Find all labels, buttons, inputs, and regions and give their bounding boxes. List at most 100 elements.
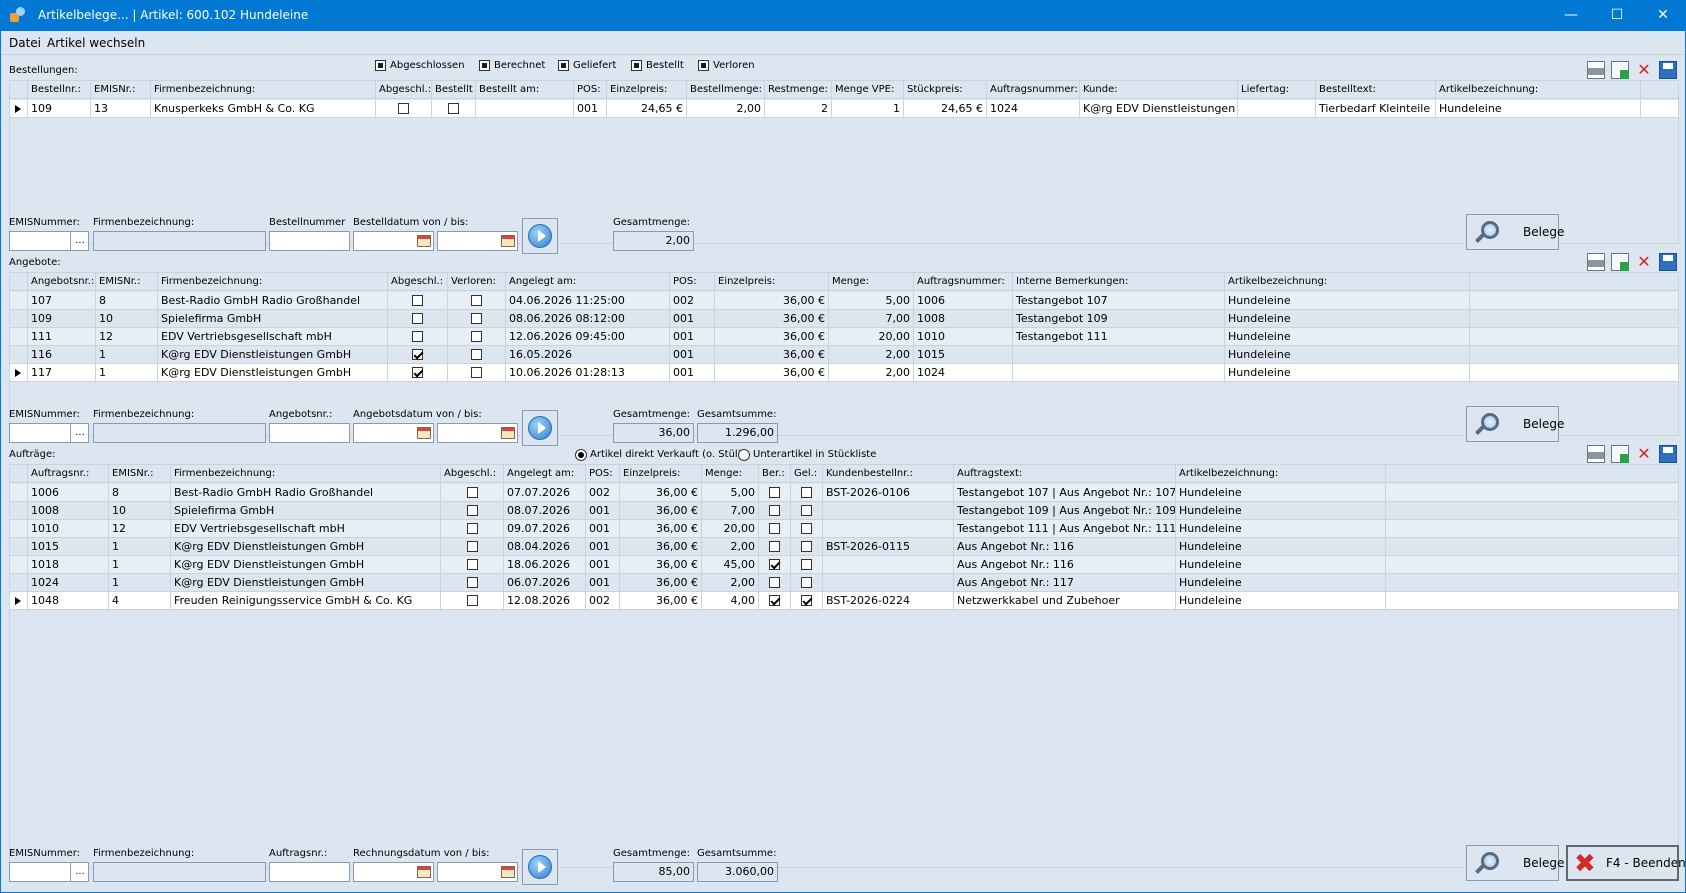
- column-header[interactable]: Auftragstext:: [954, 465, 1176, 483]
- column-header[interactable]: Firmenbezeichnung:: [171, 465, 441, 483]
- minimize-button[interactable]: —: [1548, 0, 1594, 31]
- row-header[interactable]: [10, 574, 28, 592]
- calendar-icon[interactable]: [501, 866, 515, 878]
- radio-direkt-verkauft[interactable]: [575, 449, 587, 461]
- column-header[interactable]: Bestelltext:: [1316, 81, 1436, 99]
- column-header[interactable]: Gel.:: [791, 465, 823, 483]
- menu-datei[interactable]: Datei: [9, 36, 41, 50]
- datum-von-input[interactable]: [353, 231, 434, 251]
- checkbox-abgeschl[interactable]: [467, 505, 478, 516]
- column-header[interactable]: Stückpreis:: [904, 81, 987, 99]
- apply-filter-button[interactable]: [522, 410, 558, 446]
- datum-bis-input[interactable]: [437, 862, 518, 882]
- checkbox-ber[interactable]: [769, 577, 780, 588]
- table-row[interactable]: 1010 12 EDV Vertriebsgesellschaft mbH 09.07…: [10, 520, 1678, 538]
- checkbox-verloren[interactable]: [471, 313, 482, 324]
- column-header[interactable]: Angelegt am:: [506, 273, 670, 291]
- filter-checkbox-2[interactable]: [558, 60, 569, 71]
- column-header[interactable]: Liefertag:: [1238, 81, 1316, 99]
- column-header[interactable]: Artikelbezeichnung:: [1436, 81, 1641, 99]
- checkbox-ber[interactable]: [769, 487, 780, 498]
- datum-von-input[interactable]: [353, 423, 434, 443]
- apply-filter-button[interactable]: [522, 218, 558, 254]
- column-header[interactable]: Artikelbezeichnung:: [1176, 465, 1386, 483]
- checkbox-ber[interactable]: [769, 541, 780, 552]
- maximize-button[interactable]: ☐: [1594, 0, 1640, 31]
- row-header[interactable]: [10, 592, 28, 610]
- checkbox-abgeschl[interactable]: [467, 523, 478, 534]
- delete-icon[interactable]: ✕: [1635, 61, 1653, 79]
- nummer-input[interactable]: [269, 423, 350, 443]
- column-header[interactable]: Bestellnr.:: [28, 81, 91, 99]
- table-row[interactable]: 1008 10 Spielefirma GmbH 08.07.2026 001 36,00…: [10, 502, 1678, 520]
- datum-von-input[interactable]: [353, 862, 434, 882]
- close-button[interactable]: ✕: [1640, 0, 1686, 31]
- column-header[interactable]: POS:: [670, 273, 715, 291]
- column-header[interactable]: Einzelpreis:: [607, 81, 687, 99]
- column-header[interactable]: Bestellt: [432, 81, 476, 99]
- emis-lookup-button[interactable]: ...: [70, 232, 89, 250]
- row-header[interactable]: [10, 538, 28, 556]
- emis-input[interactable]: ...: [9, 231, 89, 251]
- checkbox-abgeschl[interactable]: [412, 331, 423, 342]
- table-row[interactable]: 1048 4 Freuden Reinigungsservice GmbH & Co…: [10, 592, 1678, 610]
- calendar-icon[interactable]: [501, 235, 515, 247]
- checkbox-abgeschl[interactable]: [467, 577, 478, 588]
- column-header[interactable]: EMISNr.:: [91, 81, 151, 99]
- table-row[interactable]: 116 1 K@rg EDV Dienstleistungen GmbH 16.05.…: [10, 346, 1678, 364]
- checkbox-abgeschl[interactable]: [467, 541, 478, 552]
- column-header[interactable]: Angelegt am:: [504, 465, 586, 483]
- checkbox-abgeschl[interactable]: [412, 349, 423, 360]
- menu-artikel-wechseln[interactable]: Artikel wechseln: [47, 36, 145, 50]
- emis-input[interactable]: ...: [9, 862, 89, 882]
- checkbox-verloren[interactable]: [471, 295, 482, 306]
- column-header[interactable]: Abgeschl.:: [376, 81, 432, 99]
- table-row[interactable]: 1024 1 K@rg EDV Dienstleistungen GmbH 06.07…: [10, 574, 1678, 592]
- column-header[interactable]: Kunde:: [1080, 81, 1238, 99]
- belege-button[interactable]: Belege: [1466, 406, 1564, 442]
- checkbox-gel[interactable]: [801, 487, 812, 498]
- row-header[interactable]: [10, 346, 28, 364]
- column-header[interactable]: Menge:: [829, 273, 914, 291]
- checkbox-gel[interactable]: [801, 577, 812, 588]
- column-header[interactable]: POS:: [586, 465, 620, 483]
- checkbox-ber[interactable]: [769, 505, 780, 516]
- column-header[interactable]: EMISNr.:: [96, 273, 158, 291]
- checkbox-gel[interactable]: [801, 559, 812, 570]
- checkbox-bestellt[interactable]: [448, 103, 459, 114]
- checkbox-gel[interactable]: [801, 541, 812, 552]
- table-row[interactable]: 1006 8 Best-Radio GmbH Radio Großhandel 07.…: [10, 484, 1678, 502]
- belege-button[interactable]: Belege: [1466, 845, 1564, 881]
- column-header[interactable]: Abgeschl.:: [441, 465, 504, 483]
- table-row[interactable]: 111 12 EDV Vertriebsgesellschaft mbH 12.06.…: [10, 328, 1678, 346]
- column-header[interactable]: Artikelbezeichnung:: [1225, 273, 1470, 291]
- checkbox-verloren[interactable]: [471, 331, 482, 342]
- column-header[interactable]: Abgeschl.:: [388, 273, 448, 291]
- checkbox-abgeschl[interactable]: [412, 313, 423, 324]
- delete-icon[interactable]: ✕: [1635, 445, 1653, 463]
- column-header[interactable]: Firmenbezeichnung:: [151, 81, 376, 99]
- row-header[interactable]: [10, 364, 28, 382]
- beenden-button[interactable]: ✖ F4 - Beenden: [1566, 845, 1686, 881]
- column-header[interactable]: Auftragsnr.:: [28, 465, 109, 483]
- column-header[interactable]: Firmenbezeichnung:: [158, 273, 388, 291]
- radio-unterartikel[interactable]: [738, 449, 750, 461]
- row-header[interactable]: [10, 310, 28, 328]
- checkbox-abgeschl[interactable]: [412, 367, 423, 378]
- row-header[interactable]: [10, 484, 28, 502]
- row-header[interactable]: [10, 556, 28, 574]
- belege-button[interactable]: Belege: [1466, 214, 1564, 250]
- row-header[interactable]: [10, 328, 28, 346]
- filter-checkbox-3[interactable]: [631, 60, 642, 71]
- apply-filter-button[interactable]: [522, 849, 558, 885]
- checkbox-gel[interactable]: [801, 505, 812, 516]
- checkbox-verloren[interactable]: [471, 367, 482, 378]
- calendar-icon[interactable]: [417, 235, 431, 247]
- table-row[interactable]: 107 8 Best-Radio GmbH Radio Großhandel 04.0…: [10, 292, 1678, 310]
- datum-bis-input[interactable]: [437, 423, 518, 443]
- filter-checkbox-1[interactable]: [479, 60, 490, 71]
- calendar-icon[interactable]: [501, 427, 515, 439]
- column-header[interactable]: Verloren:: [448, 273, 506, 291]
- column-header[interactable]: Interne Bemerkungen:: [1013, 273, 1225, 291]
- column-header[interactable]: Kundenbestellnr.:: [823, 465, 954, 483]
